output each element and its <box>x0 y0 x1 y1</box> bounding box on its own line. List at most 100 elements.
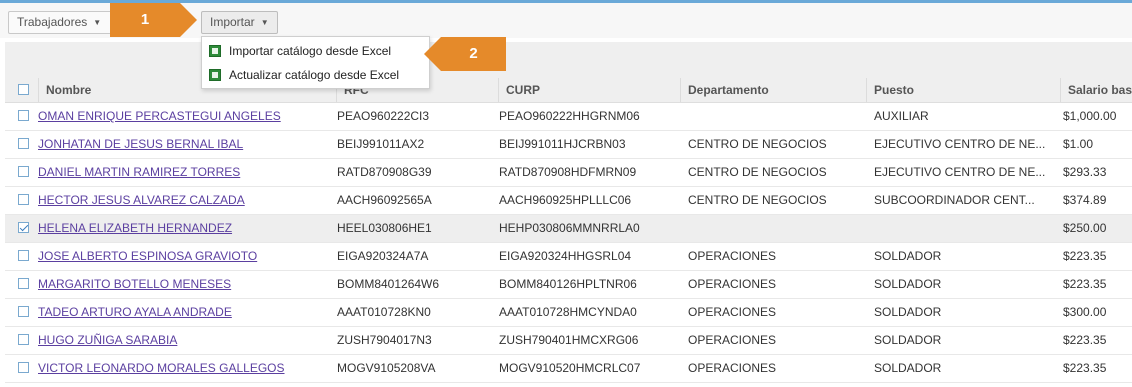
cell-salario-base: $223.35 <box>1063 277 1107 291</box>
cell-salario-base: $1,000.00 <box>1063 109 1117 123</box>
cell-curp: ZUSH790401HMCXRG06 <box>499 333 639 347</box>
worker-name-link[interactable]: HELENA ELIZABETH HERNANDEZ <box>38 221 232 235</box>
table-row[interactable]: TADEO ARTURO AYALA ANDRADE AAAT010728KN0 A… <box>5 299 1132 327</box>
table-row[interactable]: JOSE ALBERTO ESPINOSA GRAVIOTO EIGA920324… <box>5 243 1132 271</box>
row-select-cell <box>11 103 29 130</box>
table-row[interactable]: HUGO ZUÑIGA SARABIA ZUSH7904017N3 ZUSH7904… <box>5 327 1132 355</box>
cell-curp: PEAO960222HHGRNM06 <box>499 109 640 123</box>
cell-rfc: BOMM8401264W6 <box>337 277 440 291</box>
worker-name-link[interactable]: TADEO ARTURO AYALA ANDRADE <box>38 305 232 319</box>
cell-nombre[interactable]: HELENA ELIZABETH HERNANDEZ <box>38 215 336 242</box>
worker-name-link[interactable]: HECTOR JESUS ALVAREZ CALZADA <box>38 193 245 207</box>
row-select-cell <box>11 355 29 382</box>
menu-item-label: Actualizar catálogo desde Excel <box>229 68 400 82</box>
row-checkbox[interactable] <box>18 306 29 317</box>
row-checkbox[interactable] <box>18 222 29 233</box>
select-all-checkbox[interactable] <box>18 84 29 95</box>
cell-curp: HEHP030806MMNRRLA0 <box>499 221 640 235</box>
cell-nombre[interactable]: MARGARITO BOTELLO MENESES <box>38 271 336 298</box>
cell-salario-base: $293.33 <box>1063 165 1107 179</box>
cell-departamento: OPERACIONES <box>688 305 777 319</box>
table-row[interactable]: VICTOR LEONARDO MORALES GALLEGOS MOGV9105… <box>5 355 1132 383</box>
cell-nombre[interactable]: HUGO ZUÑIGA SARABIA <box>38 327 336 354</box>
cell-curp: AAAT010728HMCYNDA0 <box>499 305 637 319</box>
cell-salario-base: $223.35 <box>1063 333 1107 347</box>
worker-name-link[interactable]: OMAN ENRIQUE PERCASTEGUI ANGELES <box>38 109 281 123</box>
table-row[interactable]: DANIEL MARTIN RAMIREZ TORRES RATD870908G3… <box>5 159 1132 187</box>
import-dropdown-button[interactable]: Importar ▼ <box>201 11 278 34</box>
cell-departamento: OPERACIONES <box>688 277 777 291</box>
table-row[interactable]: MARGARITO BOTELLO MENESES BOMM8401264W6 BO… <box>5 271 1132 299</box>
worker-name-link[interactable]: HUGO ZUÑIGA SARABIA <box>38 333 177 347</box>
table-row[interactable]: HECTOR JESUS ALVAREZ CALZADA AACH96092565… <box>5 187 1132 215</box>
cell-salario-base: $300.00 <box>1063 305 1107 319</box>
row-select-cell <box>11 243 29 270</box>
cell-puesto: EJECUTIVO CENTRO DE NE... <box>874 137 1046 151</box>
row-checkbox[interactable] <box>18 362 29 373</box>
cell-nombre[interactable]: JOSE ALBERTO ESPINOSA GRAVIOTO <box>38 243 336 270</box>
step-1-label: 1 <box>140 11 150 28</box>
cell-rfc: RATD870908G39 <box>337 165 432 179</box>
excel-icon <box>209 45 221 57</box>
column-header-curp[interactable]: CURP <box>498 78 688 102</box>
worker-name-link[interactable]: DANIEL MARTIN RAMIREZ TORRES <box>38 165 240 179</box>
step-2-label: 2 <box>469 45 478 62</box>
worker-name-link[interactable]: JONHATAN DE JESUS BERNAL IBAL <box>38 137 243 151</box>
cell-puesto: SOLDADOR <box>874 305 942 319</box>
row-select-cell <box>11 215 29 242</box>
row-checkbox[interactable] <box>18 138 29 149</box>
cell-salario-base: $250.00 <box>1063 221 1107 235</box>
cell-rfc: EIGA920324A7A <box>337 249 429 263</box>
table-row[interactable]: JONHATAN DE JESUS BERNAL IBAL BEIJ991011A… <box>5 131 1132 159</box>
menu-item-import-catalog-excel[interactable]: Importar catálogo desde Excel <box>202 39 429 63</box>
row-checkbox[interactable] <box>18 250 29 261</box>
cell-puesto: SOLDADOR <box>874 333 942 347</box>
cell-curp: BEIJ991011HJCRBN03 <box>499 137 626 151</box>
cell-nombre[interactable]: HECTOR JESUS ALVAREZ CALZADA <box>38 187 336 214</box>
cell-curp: EIGA920324HHGSRL04 <box>499 249 632 263</box>
menu-item-update-catalog-excel[interactable]: Actualizar catálogo desde Excel <box>202 63 429 87</box>
row-checkbox[interactable] <box>18 166 29 177</box>
cell-salario-base: $374.89 <box>1063 193 1107 207</box>
row-select-cell <box>11 299 29 326</box>
cell-departamento: CENTRO DE NEGOCIOS <box>688 137 827 151</box>
cell-departamento: CENTRO DE NEGOCIOS <box>688 193 827 207</box>
cell-nombre[interactable]: JONHATAN DE JESUS BERNAL IBAL <box>38 131 336 158</box>
cell-nombre[interactable]: TADEO ARTURO AYALA ANDRADE <box>38 299 336 326</box>
column-header-salario-base[interactable]: Salario base <box>1060 78 1132 102</box>
cell-puesto <box>874 215 1049 242</box>
worker-name-link[interactable]: VICTOR LEONARDO MORALES GALLEGOS <box>38 361 285 375</box>
row-checkbox[interactable] <box>18 334 29 345</box>
cell-puesto: SOLDADOR <box>874 361 942 375</box>
cell-nombre[interactable]: OMAN ENRIQUE PERCASTEGUI ANGELES <box>38 103 336 130</box>
workers-dropdown-button[interactable]: Trabajadores ▼ <box>8 11 115 34</box>
row-checkbox[interactable] <box>18 194 29 205</box>
column-header-departamento[interactable]: Departamento <box>680 78 874 102</box>
worker-name-link[interactable]: JOSE ALBERTO ESPINOSA GRAVIOTO <box>38 249 257 263</box>
cell-nombre[interactable]: VICTOR LEONARDO MORALES GALLEGOS <box>38 355 336 382</box>
table-row[interactable]: HELENA ELIZABETH HERNANDEZ HEEL030806HE1 H… <box>5 215 1132 243</box>
select-all-cell <box>11 78 29 102</box>
cell-rfc: AACH96092565A <box>337 193 432 207</box>
cell-curp: BOMM840126HPLTNR06 <box>499 277 637 291</box>
cell-salario-base: $223.35 <box>1063 361 1107 375</box>
row-checkbox[interactable] <box>18 110 29 121</box>
cell-rfc: HEEL030806HE1 <box>337 221 432 235</box>
cell-curp: RATD870908HDFMRN09 <box>499 165 637 179</box>
table-row[interactable]: OMAN ENRIQUE PERCASTEGUI ANGELES PEAO9602… <box>5 103 1132 131</box>
grid-toolbar-band <box>5 42 1132 78</box>
table-header-row: Nombre RFC CURP Departamento Puesto Sala… <box>5 78 1132 103</box>
cell-puesto: EJECUTIVO CENTRO DE NE... <box>874 165 1046 179</box>
import-dropdown-label: Importar <box>210 15 255 29</box>
cell-departamento: CENTRO DE NEGOCIOS <box>688 165 827 179</box>
cell-puesto: SOLDADOR <box>874 249 942 263</box>
cell-departamento: OPERACIONES <box>688 361 777 375</box>
column-header-puesto[interactable]: Puesto <box>866 78 1068 102</box>
cell-nombre[interactable]: DANIEL MARTIN RAMIREZ TORRES <box>38 159 336 186</box>
row-checkbox[interactable] <box>18 278 29 289</box>
worker-name-link[interactable]: MARGARITO BOTELLO MENESES <box>38 277 231 291</box>
row-select-cell <box>11 187 29 214</box>
row-select-cell <box>11 327 29 354</box>
cell-departamento <box>688 215 874 242</box>
step-1-callout: 1 <box>110 3 197 37</box>
